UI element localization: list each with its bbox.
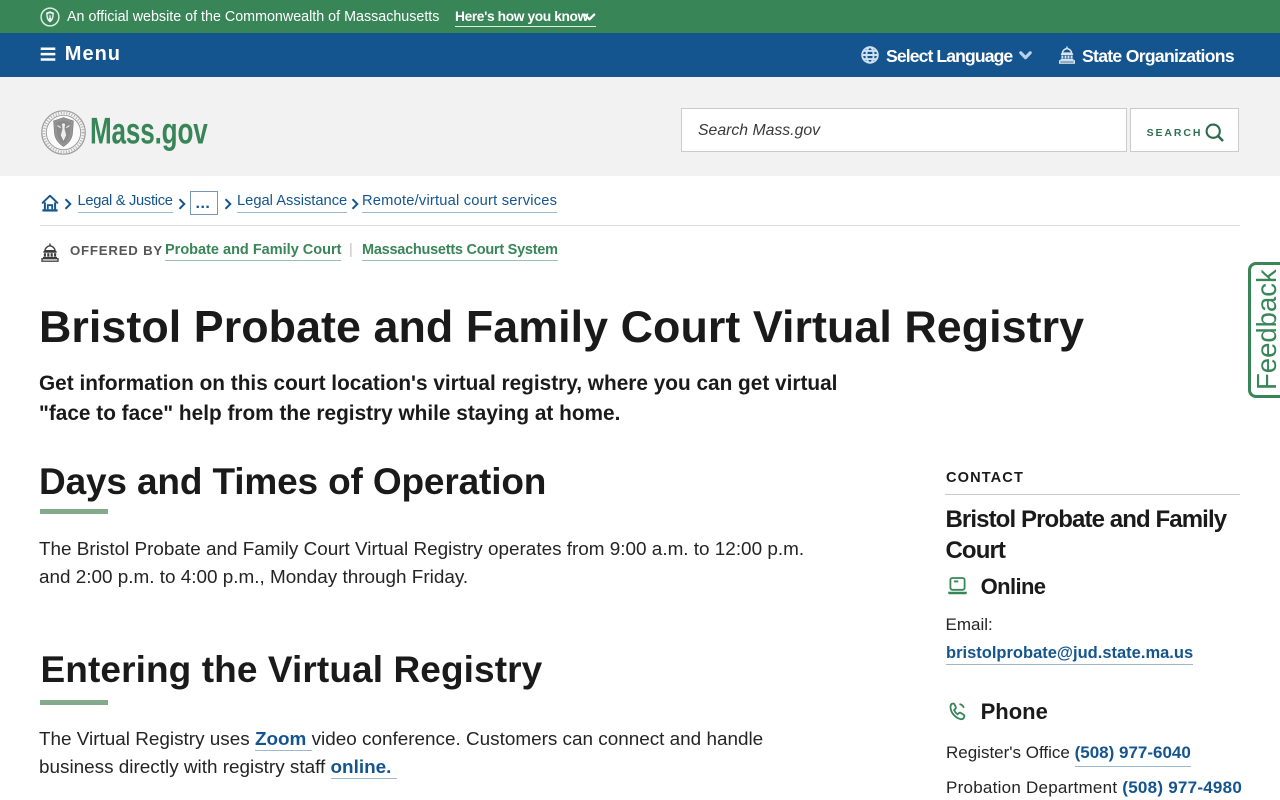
svg-text:Mass.gov: Mass.gov (90, 112, 208, 152)
